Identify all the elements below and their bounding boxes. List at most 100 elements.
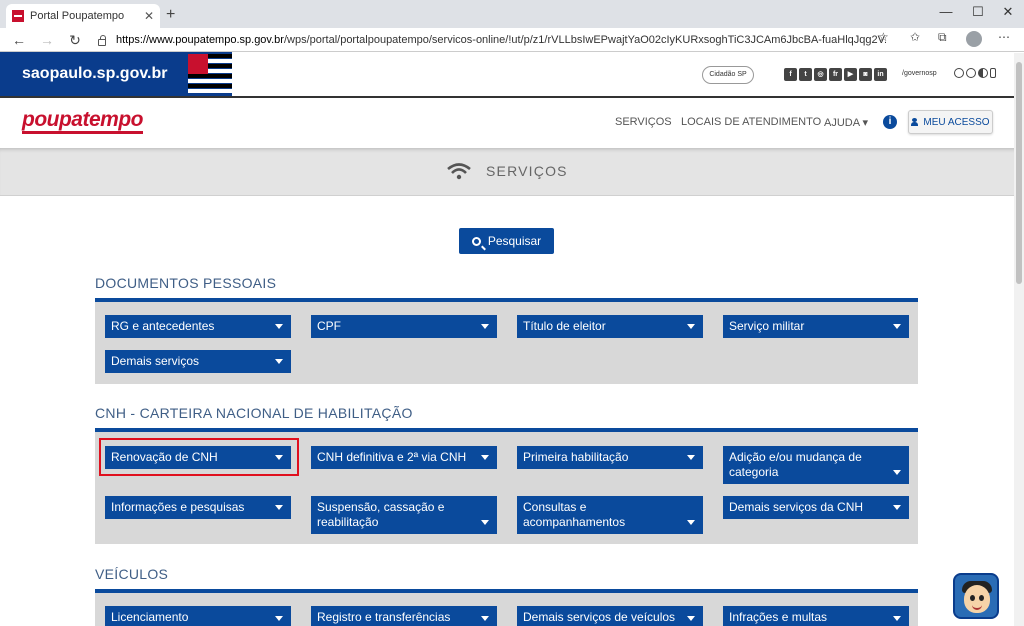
caret-down-icon	[275, 455, 283, 460]
caret-down-icon	[275, 359, 283, 364]
meu-acesso-label: MEU ACESSO	[923, 116, 990, 128]
service-label: Suspensão, cassação e reabilitação	[317, 500, 445, 529]
nav-servicos[interactable]: SERVIÇOS	[615, 116, 672, 128]
service-consultas-acompanhamentos[interactable]: Consultas e acompanhamentos	[517, 496, 703, 534]
caret-down-icon	[275, 616, 283, 621]
section-title-cnh: CNH - CARTEIRA NACIONAL DE HABILITAÇÃO	[95, 405, 413, 421]
nav-locais-de-atendimento[interactable]: LOCAIS DE ATENDIMENTO	[681, 116, 821, 128]
sp-flag-icon	[188, 54, 232, 94]
banner-title: SERVIÇOS	[486, 163, 568, 179]
service-militar[interactable]: Serviço militar	[723, 315, 909, 338]
section-title-veiculos: VEÍCULOS	[95, 566, 169, 582]
facebook-icon[interactable]: f	[784, 68, 797, 81]
close-window-button[interactable]: ✕	[992, 4, 1024, 20]
url-text: https://www.poupatempo.sp.gov.br/wps/por…	[116, 34, 886, 46]
service-registro-transferencias[interactable]: Registro e transferências	[311, 606, 497, 626]
flickr-icon[interactable]: fr	[829, 68, 842, 81]
issuu-icon[interactable]: ◙	[859, 68, 872, 81]
maximize-button[interactable]: ☐	[962, 4, 994, 20]
info-icon[interactable]: i	[883, 115, 897, 129]
more-icon[interactable]: ⋯	[998, 30, 1010, 44]
service-label: Consultas e acompanhamentos	[523, 500, 626, 529]
accessibility-icon[interactable]	[954, 68, 964, 78]
youtube-icon[interactable]: ▶	[844, 68, 857, 81]
address-bar: ← → ↻ https://www.poupatempo.sp.gov.br/w…	[0, 28, 1024, 52]
tab-close-icon[interactable]: ✕	[144, 9, 154, 23]
caret-down-icon	[687, 324, 695, 329]
lock-icon	[98, 34, 106, 46]
service-licenciamento[interactable]: Licenciamento	[105, 606, 291, 626]
service-label: Adição e/ou mudança de categoria	[729, 450, 862, 479]
caret-down-icon	[893, 470, 901, 475]
caret-down-icon	[687, 455, 695, 460]
service-label: CPF	[317, 319, 341, 333]
service-label: RG e antecedentes	[111, 319, 215, 333]
service-label: Demais serviços da CNH	[729, 500, 864, 514]
url-host: https://www.poupatempo.sp.gov.br	[116, 34, 284, 46]
service-renovacao-cnh[interactable]: Renovação de CNH	[105, 446, 291, 469]
caret-down-icon	[687, 520, 695, 525]
service-label: Registro e transferências	[317, 610, 451, 624]
service-demais-cnh[interactable]: Demais serviços da CNH	[723, 496, 909, 519]
caret-down-icon	[481, 520, 489, 525]
poupatempo-favicon-icon	[12, 10, 24, 22]
cidadao-sp-button[interactable]: Cidadão SP	[702, 66, 754, 84]
url-path: /wps/portal/portalpoupatempo/servicos-on…	[283, 34, 886, 46]
service-infracoes-multas[interactable]: Infrações e multas	[723, 606, 909, 626]
meu-acesso-button[interactable]: MEU ACESSO	[908, 110, 993, 134]
service-primeira-habilitacao[interactable]: Primeira habilitação	[517, 446, 703, 469]
browser-tab[interactable]: Portal Poupatempo ✕	[6, 4, 160, 28]
tab-title: Portal Poupatempo	[30, 10, 125, 22]
services-banner: SERVIÇOS	[0, 148, 1024, 196]
caret-down-icon	[481, 324, 489, 329]
instagram-icon[interactable]: ◎	[814, 68, 827, 81]
service-label: Serviço militar	[729, 319, 805, 333]
forward-icon[interactable]: →	[36, 30, 58, 50]
scrollbar-thumb[interactable]	[1016, 62, 1022, 284]
service-rg[interactable]: RG e antecedentes	[105, 315, 291, 338]
gov-logo-text: saopaulo.sp.gov.br	[22, 65, 168, 82]
new-tab-button[interactable]: +	[166, 6, 175, 24]
service-label: Título de eleitor	[523, 319, 606, 333]
social-handle: /governosp	[902, 70, 937, 77]
service-informacoes-pesquisas[interactable]: Informações e pesquisas	[105, 496, 291, 519]
service-cnh-definitiva[interactable]: CNH definitiva e 2ª via CNH	[311, 446, 497, 469]
service-label: Primeira habilitação	[523, 450, 629, 464]
caret-down-icon	[275, 324, 283, 329]
service-label: Informações e pesquisas	[111, 500, 245, 514]
back-icon[interactable]: ←	[8, 30, 30, 50]
user-icon	[911, 118, 919, 126]
service-label: Licenciamento	[111, 610, 189, 624]
service-suspensao-cassacao[interactable]: Suspensão, cassação e reabilitação	[311, 496, 497, 534]
profile-icon[interactable]	[966, 31, 982, 47]
font-size-icon[interactable]	[990, 68, 996, 78]
contrast-icon[interactable]	[978, 68, 988, 78]
poupatempo-logo[interactable]: poupatempo	[22, 109, 144, 134]
service-label: Demais serviços	[111, 354, 200, 368]
nav-ajuda[interactable]: AJUDA ▾	[824, 116, 868, 129]
caret-down-icon	[481, 616, 489, 621]
caret-down-icon	[687, 616, 695, 621]
caret-down-icon	[893, 324, 901, 329]
twitter-icon[interactable]: t	[799, 68, 812, 81]
search-button[interactable]: Pesquisar	[459, 228, 554, 254]
service-adicao-categoria[interactable]: Adição e/ou mudança de categoria	[723, 446, 909, 484]
sign-language-icon[interactable]	[966, 68, 976, 78]
wifi-icon	[447, 163, 471, 180]
minimize-button[interactable]: —	[930, 4, 962, 19]
favorites-icon[interactable]: ✩	[910, 30, 920, 44]
social-links: f t ◎ fr ▶ ◙ in	[784, 68, 889, 81]
chat-assistant-mascot-icon[interactable]	[953, 573, 999, 619]
service-titulo-eleitor[interactable]: Título de eleitor	[517, 315, 703, 338]
caret-down-icon	[893, 505, 901, 510]
linkedin-icon[interactable]: in	[874, 68, 887, 81]
service-demais-veiculos[interactable]: Demais serviços de veículos	[517, 606, 703, 626]
star-icon[interactable]: ☆	[878, 30, 889, 44]
collections-icon[interactable]: ⧉	[938, 30, 947, 45]
caret-down-icon	[275, 505, 283, 510]
service-cpf[interactable]: CPF	[311, 315, 497, 338]
service-demais-documentos[interactable]: Demais serviços	[105, 350, 291, 373]
reload-icon[interactable]: ↻	[64, 30, 86, 50]
url-field[interactable]: https://www.poupatempo.sp.gov.br/wps/por…	[98, 30, 898, 50]
search-label: Pesquisar	[487, 234, 542, 248]
